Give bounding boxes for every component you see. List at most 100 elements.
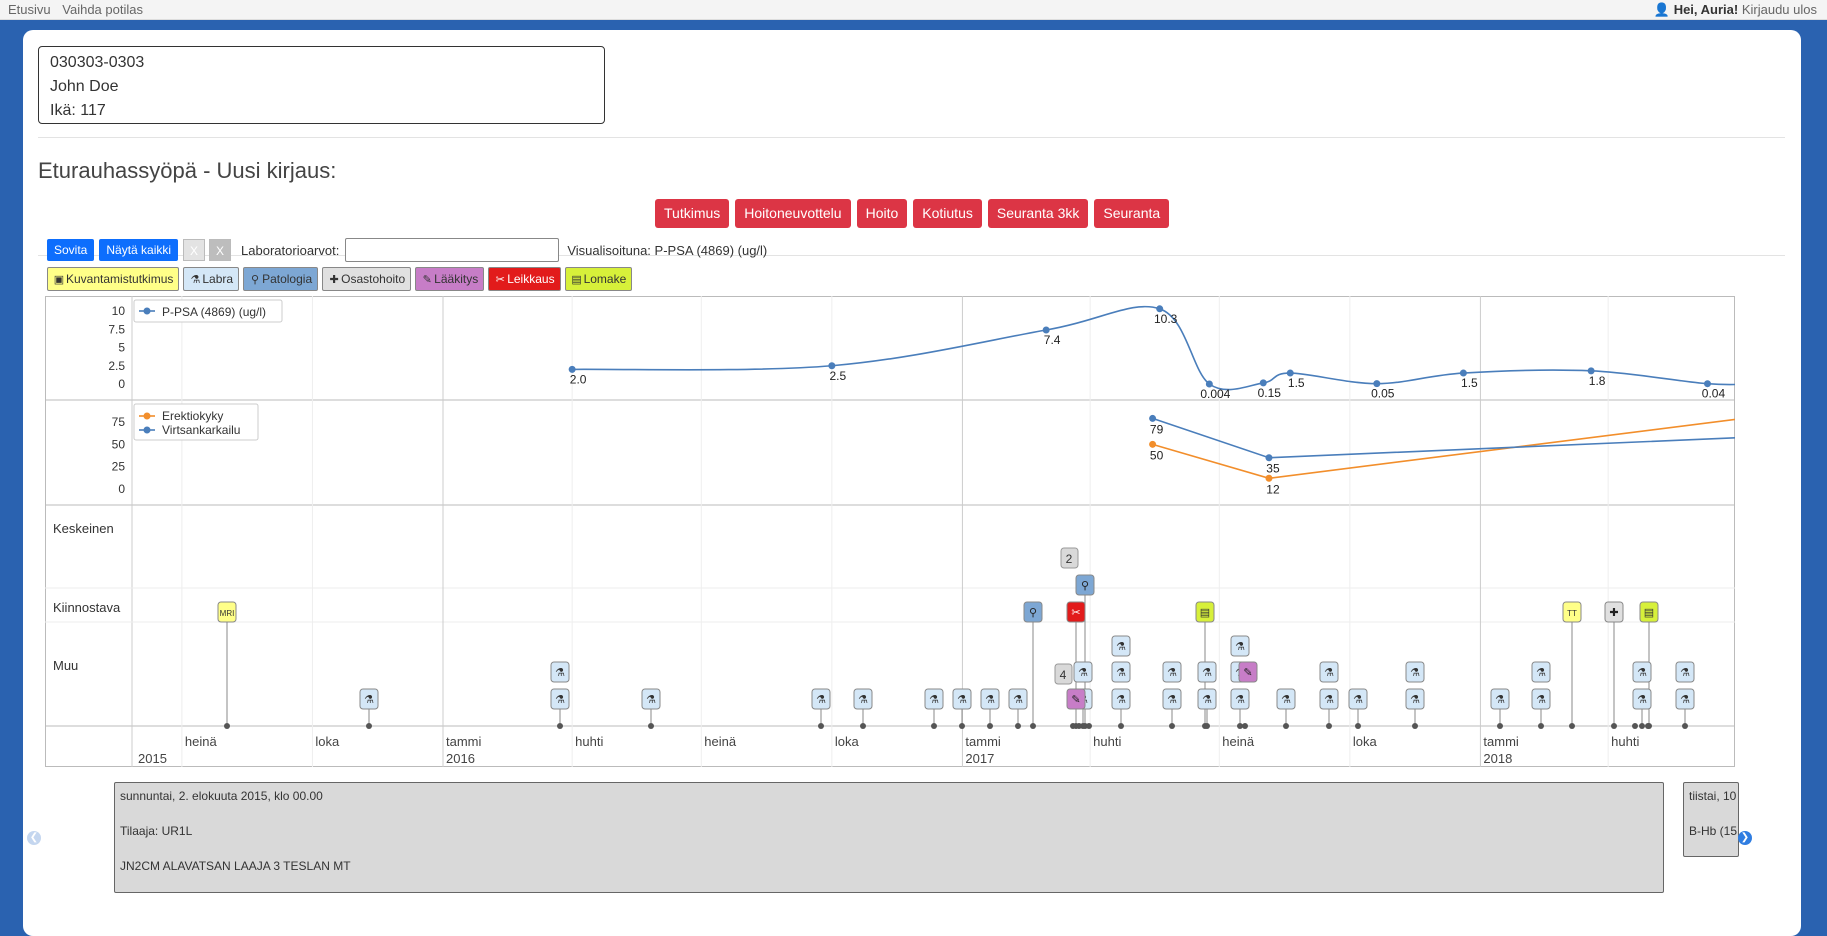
event-detail-card-next[interactable]: tiistai, 10 B-Hb (15 [1683, 782, 1739, 857]
medication-icon: ✎ [1071, 694, 1080, 706]
filter-leikkaus[interactable]: ✂ Leikkaus [488, 267, 561, 291]
psa-data-label: 10.3 [1154, 312, 1178, 326]
lab-icon: ⚗ [957, 694, 967, 706]
lab-icon: ⚗ [1013, 694, 1023, 706]
timeline-row-label: Keskeinen [53, 521, 114, 536]
legend-label: P-PSA (4869) (ug/l) [162, 305, 266, 319]
event-dot [1645, 723, 1651, 729]
ward-icon: ✚ [1609, 607, 1618, 619]
event-dot [648, 723, 654, 729]
imaging-icon: MRI [220, 609, 235, 618]
event-dot [1632, 723, 1638, 729]
psa-data-label: 0.15 [1258, 386, 1282, 400]
score-point [1265, 474, 1273, 482]
ward-icon: ✚ [329, 274, 339, 286]
event-dot [1076, 723, 1082, 729]
score-point [1265, 454, 1273, 462]
psa-data-label: 1.8 [1589, 374, 1606, 388]
y-tick-label: 10 [112, 304, 126, 318]
lab-icon: ⚗ [1167, 667, 1177, 679]
seuranta-3kk-button[interactable]: Seuranta 3kk [987, 199, 1089, 228]
clear-all-button[interactable]: X [209, 239, 232, 261]
medication-icon: ✎ [422, 274, 432, 286]
filter-laakitys[interactable]: ✎ Lääkitys [415, 267, 485, 291]
scissors-icon: ✂ [495, 274, 505, 286]
entry-buttons: Tutkimus Hoitoneuvottelu Hoito Kotiutus … [655, 199, 1170, 228]
month-tick-label: loka [315, 734, 340, 749]
event-date: tiistai, 10 [1689, 789, 1737, 803]
score-data-label: 79 [1150, 422, 1164, 436]
filter-lomake[interactable]: ▤ Lomake [564, 267, 633, 291]
lab-icon: ⚗ [985, 694, 995, 706]
legend-swatch-dot [143, 426, 151, 434]
page-title: Eturauhassyöpä - Uusi kirjaus: [38, 158, 337, 183]
patient-card: 030303-0303 John Doe Ikä: 117 [38, 46, 605, 124]
lab-icon: ⚗ [1680, 667, 1690, 679]
hoito-button[interactable]: Hoito [856, 199, 908, 228]
fit-button[interactable]: Sovita [47, 239, 95, 261]
filter-kuvantamistutkimus[interactable]: ▣ Kuvantamistutkimus [47, 267, 180, 291]
lab-values-label: Laboratorioarvot: [241, 242, 340, 258]
month-tick-label: heinä [704, 734, 737, 749]
legend-swatch-dot [143, 412, 151, 420]
lab-icon: ⚗ [1116, 694, 1126, 706]
y-tick-label: 2.5 [108, 359, 125, 373]
clear-button[interactable]: X [183, 239, 206, 261]
lab-values-input[interactable] [345, 238, 560, 262]
form-icon: ▤ [571, 274, 582, 286]
month-tick-label: huhti [1611, 734, 1639, 749]
kotiutus-button[interactable]: Kotiutus [913, 199, 982, 228]
legend-swatch-dot [143, 307, 151, 315]
top-bar: Etusivu Vaihda potilas 👤 Hei, Auria! Kir… [0, 0, 1827, 20]
lab-icon: ⚗ [1536, 667, 1546, 679]
event-dot [1355, 723, 1361, 729]
counter-badge-label: 4 [1060, 668, 1067, 682]
greeting: Hei, Auria! [1673, 2, 1739, 17]
lab-icon: ⚗ [646, 694, 656, 706]
score-point [1149, 440, 1157, 448]
event-detail-card[interactable]: sunnuntai, 2. elokuuta 2015, klo 00.00 T… [114, 782, 1664, 893]
patient-name: John Doe [50, 78, 119, 95]
lab-icon: ⚗ [1202, 667, 1212, 679]
tutkimus-button[interactable]: Tutkimus [655, 199, 730, 228]
y-tick-label: 0 [118, 482, 125, 496]
psa-data-label: 0.05 [1371, 387, 1395, 401]
chart-frame [45, 296, 1735, 767]
divider [38, 137, 1785, 138]
hoitoneuvottelu-button[interactable]: Hoitoneuvottelu [735, 199, 851, 228]
nav-change-patient-link[interactable]: Vaihda potilas [62, 2, 143, 17]
next-arrow-icon[interactable]: ❯ [1738, 831, 1752, 845]
nav-home-link[interactable]: Etusivu [8, 2, 51, 17]
visualized-label: Visualisoituna: P-PSA (4869) (ug/l) [567, 242, 768, 258]
lab-icon: ⚗ [1324, 694, 1334, 706]
lab-icon: ⚗ [555, 667, 565, 679]
seuranta-button[interactable]: Seuranta [1094, 199, 1170, 228]
event-dot [1639, 723, 1645, 729]
event-dot [1569, 723, 1575, 729]
year-tick-label: 2016 [446, 751, 475, 766]
filter-patologia[interactable]: ⚲ Patologia [243, 267, 319, 291]
event-description: B-Hb (15 [1689, 824, 1738, 838]
event-dot [959, 723, 965, 729]
prev-arrow-icon[interactable]: ❮ [27, 831, 41, 845]
psa-data-label: 0.04 [1702, 387, 1726, 401]
psa-data-label: 0.004 [1200, 387, 1230, 401]
lab-icon: ⚗ [1235, 641, 1245, 653]
logout-link[interactable]: Kirjaudu ulos [1742, 2, 1817, 17]
event-dot [1086, 723, 1092, 729]
y-tick-label: 50 [112, 437, 126, 451]
filter-osastohoito[interactable]: ✚ Osastohoito [322, 267, 412, 291]
timeline-chart[interactable]: heinä loka tammi huhti heinä loka tammi huhti he… [45, 296, 1735, 767]
filter-labra[interactable]: ⚗ Labra [183, 267, 240, 291]
microscope-icon: ⚲ [1029, 607, 1037, 619]
lab-icon: ⚗ [190, 274, 201, 286]
y-tick-label: 25 [112, 460, 126, 474]
event-description: JN2CM ALAVATSAN LAAJA 3 TESLAN MT [120, 859, 351, 873]
y-tick-label: 75 [112, 415, 126, 429]
month-tick-label: loka [835, 734, 860, 749]
show-all-button[interactable]: Näytä kaikki [99, 239, 179, 261]
event-dot [818, 723, 824, 729]
event-dot [1204, 723, 1210, 729]
timeline-row-label: Kiinnostava [53, 600, 121, 615]
month-tick-label: tammi [965, 734, 1001, 749]
